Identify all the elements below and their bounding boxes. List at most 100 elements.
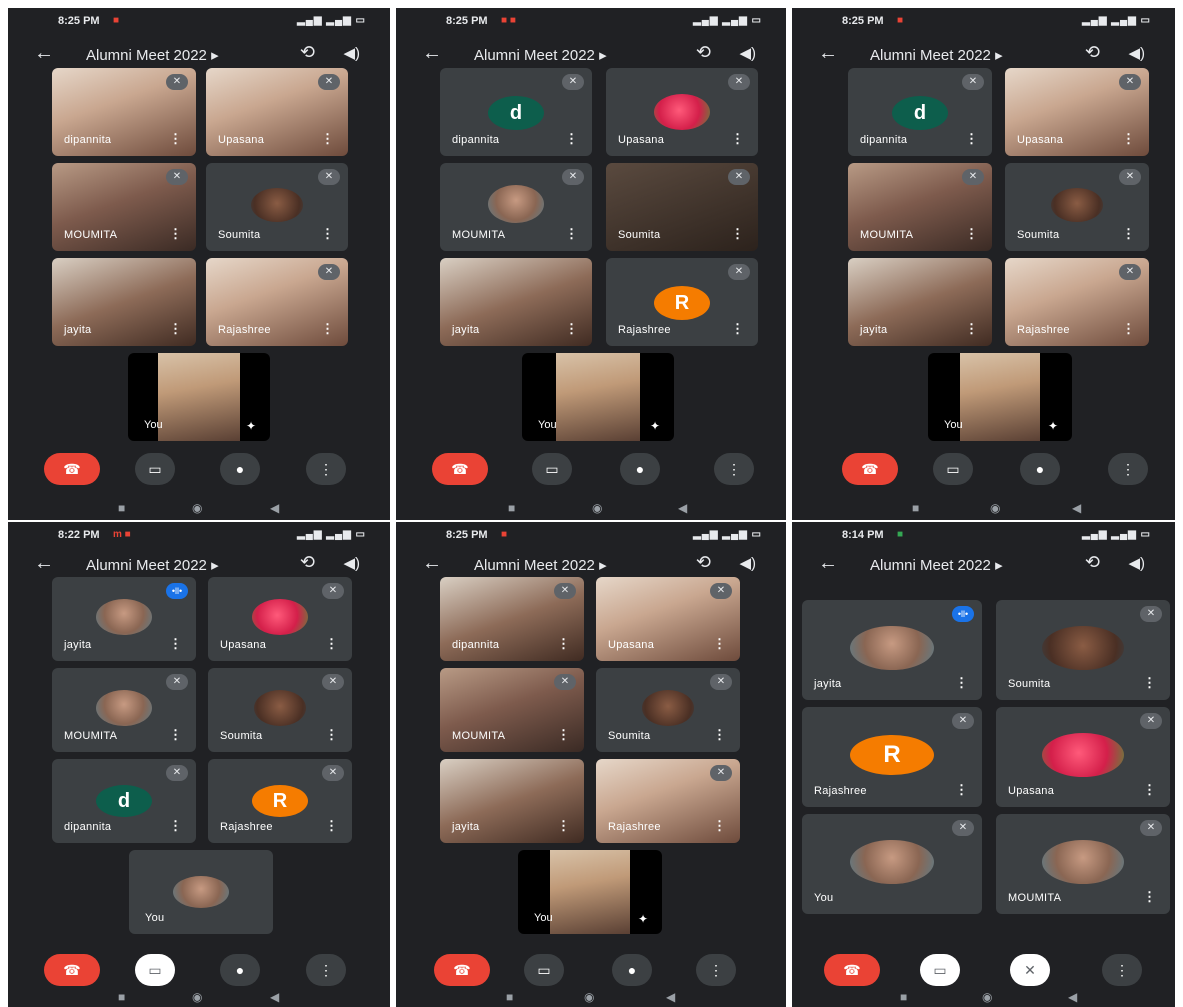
- home-icon[interactable]: ◉: [192, 501, 202, 515]
- more-options-icon[interactable]: ⋮: [565, 321, 578, 337]
- switch-camera-icon[interactable]: ⟲: [696, 552, 711, 573]
- more-options-icon[interactable]: ⋮: [557, 727, 570, 743]
- nav-back-icon[interactable]: ◀: [270, 990, 279, 1004]
- switch-camera-icon[interactable]: ⟲: [1085, 552, 1100, 573]
- recent-apps-icon[interactable]: ■: [912, 501, 919, 515]
- participant-tile[interactable]: ✕ Upasana ⋮: [208, 577, 352, 661]
- recent-apps-icon[interactable]: ■: [506, 990, 513, 1004]
- more-options-icon[interactable]: ⋮: [325, 636, 338, 652]
- participant-tile[interactable]: ✕ MOUMITA ⋮: [996, 814, 1170, 914]
- mic-button[interactable]: ●: [220, 453, 260, 485]
- back-arrow-icon[interactable]: ←: [34, 552, 54, 575]
- more-options-icon[interactable]: ⋮: [713, 727, 726, 743]
- recent-apps-icon[interactable]: ■: [900, 990, 907, 1004]
- more-options-icon[interactable]: ⋮: [955, 782, 968, 798]
- more-options-icon[interactable]: ⋮: [965, 131, 978, 147]
- home-icon[interactable]: ◉: [584, 990, 594, 1004]
- more-options-icon[interactable]: ⋮: [565, 226, 578, 242]
- back-arrow-icon[interactable]: ←: [818, 42, 838, 65]
- participant-tile[interactable]: ✕ d dipannita ⋮: [52, 759, 196, 843]
- more-options-icon[interactable]: ⋮: [731, 321, 744, 337]
- participant-tile[interactable]: ✕ Upasana ⋮: [1005, 68, 1149, 156]
- recent-apps-icon[interactable]: ■: [508, 501, 515, 515]
- participant-tile[interactable]: ✕ Rajashree ⋮: [206, 258, 348, 346]
- back-arrow-icon[interactable]: ←: [818, 552, 838, 575]
- self-view[interactable]: You ✦: [522, 353, 674, 441]
- home-icon[interactable]: ◉: [192, 990, 202, 1004]
- back-arrow-icon[interactable]: ←: [422, 552, 442, 575]
- more-options-icon[interactable]: ⋮: [321, 226, 334, 242]
- participant-tile[interactable]: ✕ Rajashree ⋮: [1005, 258, 1149, 346]
- more-options-icon[interactable]: ⋮: [169, 321, 182, 337]
- participant-tile[interactable]: ✕ Soumita ⋮: [206, 163, 348, 251]
- more-options-button[interactable]: ⋮: [1108, 453, 1148, 485]
- participant-tile[interactable]: ✕ Rajashree ⋮: [596, 759, 740, 843]
- effects-icon[interactable]: ✦: [246, 419, 256, 433]
- participant-tile[interactable]: jayita ⋮: [440, 759, 584, 843]
- meeting-title[interactable]: Alumni Meet 2022 ▸: [870, 556, 1003, 574]
- participant-tile[interactable]: ✕ Upasana ⋮: [206, 68, 348, 156]
- meeting-title[interactable]: Alumni Meet 2022 ▸: [474, 46, 607, 64]
- self-view[interactable]: You ✦: [928, 353, 1072, 441]
- more-options-icon[interactable]: ⋮: [713, 818, 726, 834]
- more-options-button[interactable]: ⋮: [306, 954, 346, 986]
- more-options-icon[interactable]: ⋮: [1122, 131, 1135, 147]
- self-view[interactable]: You ✦: [518, 850, 662, 934]
- participant-tile[interactable]: ✕ Upasana ⋮: [606, 68, 758, 156]
- participant-tile[interactable]: ✕ Soumita ⋮: [996, 600, 1170, 700]
- camera-off-button[interactable]: ▭: [135, 954, 175, 986]
- camera-off-button[interactable]: ▭: [920, 954, 960, 986]
- more-options-icon[interactable]: ⋮: [169, 226, 182, 242]
- participant-tile[interactable]: ✕ MOUMITA ⋮: [52, 668, 196, 752]
- mic-off-button[interactable]: ✕: [1010, 954, 1050, 986]
- more-options-icon[interactable]: ⋮: [169, 636, 182, 652]
- self-view[interactable]: You ✦: [128, 353, 270, 441]
- participant-tile[interactable]: ✕ R Rajashree ⋮: [208, 759, 352, 843]
- participant-tile[interactable]: ✕ Soumita ⋮: [1005, 163, 1149, 251]
- participant-tile[interactable]: jayita ⋮: [848, 258, 992, 346]
- mic-button[interactable]: ●: [612, 954, 652, 986]
- more-options-icon[interactable]: ⋮: [321, 321, 334, 337]
- speaker-icon[interactable]: ◀): [343, 554, 360, 572]
- effects-icon[interactable]: ✦: [638, 912, 648, 926]
- home-icon[interactable]: ◉: [592, 501, 602, 515]
- more-options-button[interactable]: ⋮: [696, 954, 736, 986]
- participant-tile[interactable]: ✕ R Rajashree ⋮: [802, 707, 982, 807]
- more-options-button[interactable]: ⋮: [306, 453, 346, 485]
- speaker-icon[interactable]: ◀): [1128, 554, 1145, 572]
- participant-tile[interactable]: jayita ⋮: [440, 258, 592, 346]
- participant-tile[interactable]: •ll• jayita ⋮: [802, 600, 982, 700]
- speaker-icon[interactable]: ◀): [343, 44, 360, 62]
- participant-tile[interactable]: ✕ MOUMITA ⋮: [440, 668, 584, 752]
- more-options-icon[interactable]: ⋮: [955, 675, 968, 691]
- more-options-icon[interactable]: ⋮: [1143, 889, 1156, 905]
- switch-camera-icon[interactable]: ⟲: [1085, 42, 1100, 63]
- effects-icon[interactable]: ✦: [650, 419, 660, 433]
- camera-button[interactable]: ▭: [135, 453, 175, 485]
- more-options-icon[interactable]: ⋮: [1122, 321, 1135, 337]
- participant-tile[interactable]: ✕ MOUMITA ⋮: [52, 163, 196, 251]
- camera-button[interactable]: ▭: [933, 453, 973, 485]
- nav-back-icon[interactable]: ◀: [1068, 990, 1077, 1004]
- nav-back-icon[interactable]: ◀: [666, 990, 675, 1004]
- more-options-icon[interactable]: ⋮: [965, 226, 978, 242]
- more-options-icon[interactable]: ⋮: [325, 818, 338, 834]
- more-options-icon[interactable]: ⋮: [325, 727, 338, 743]
- end-call-button[interactable]: ☎: [432, 453, 488, 485]
- self-view[interactable]: You: [129, 850, 273, 934]
- participant-tile[interactable]: ✕ Soumita ⋮: [208, 668, 352, 752]
- nav-back-icon[interactable]: ◀: [270, 501, 279, 515]
- participant-tile[interactable]: ✕ dipannita ⋮: [52, 68, 196, 156]
- participant-tile[interactable]: ✕ d dipannita ⋮: [848, 68, 992, 156]
- more-options-icon[interactable]: ⋮: [557, 818, 570, 834]
- participant-tile[interactable]: ✕ MOUMITA ⋮: [440, 163, 592, 251]
- participant-tile[interactable]: ✕ Soumita ⋮: [596, 668, 740, 752]
- mic-button[interactable]: ●: [220, 954, 260, 986]
- switch-camera-icon[interactable]: ⟲: [300, 42, 315, 63]
- more-options-icon[interactable]: ⋮: [1122, 226, 1135, 242]
- more-options-icon[interactable]: ⋮: [557, 636, 570, 652]
- recent-apps-icon[interactable]: ■: [118, 990, 125, 1004]
- speaker-icon[interactable]: ◀): [1128, 44, 1145, 62]
- end-call-button[interactable]: ☎: [824, 954, 880, 986]
- participant-tile[interactable]: ✕ R Rajashree ⋮: [606, 258, 758, 346]
